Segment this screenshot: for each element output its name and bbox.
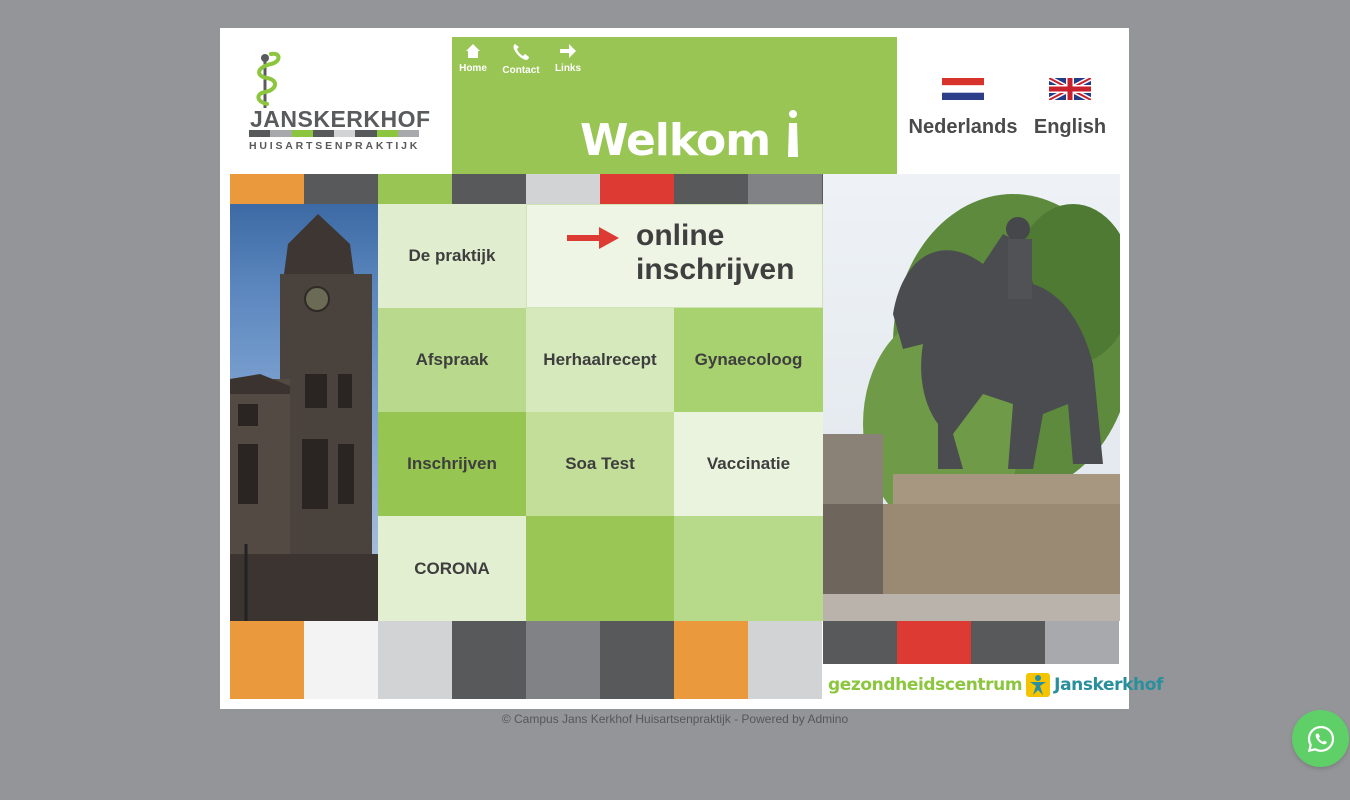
red-arrow-icon — [567, 227, 619, 249]
color-strip-top — [230, 174, 896, 204]
menu-vaccinatie-label: Vaccinatie — [706, 454, 791, 473]
janskerkhof-text: Janskerkhof — [1054, 675, 1164, 695]
menu-empty-2 — [674, 516, 823, 621]
phone-icon — [513, 44, 529, 60]
welcome-text: Welkom — [580, 115, 771, 166]
uk-flag-icon — [1049, 78, 1091, 100]
gezondheidscentrum-text: gezondheidscentrum — [828, 675, 1023, 695]
menu-herhaalrecept-label: Herhaalrecept — [543, 350, 657, 369]
nav-links-label: Links — [554, 63, 582, 74]
whatsapp-icon — [1307, 725, 1334, 752]
online-line: online — [636, 219, 725, 252]
menu-soa-test[interactable]: Soa Test — [526, 412, 674, 516]
person-icon — [1026, 673, 1051, 697]
menu-vaccinatie[interactable]: Vaccinatie — [674, 412, 823, 516]
nav-home-label: Home — [459, 63, 487, 74]
menu-inschrijven-label: Inschrijven — [407, 454, 497, 473]
logo-text: JANSKERKHOF — [250, 106, 431, 132]
footer-copyright: © Campus Jans Kerkhof Huisartsenpraktijk… — [501, 712, 849, 726]
language-english[interactable]: English — [1010, 78, 1130, 139]
header-banner: Home Contact Links Welkom — [452, 37, 897, 174]
inschrijven-line: inschrijven — [636, 253, 795, 286]
nav-contact[interactable]: Contact — [496, 43, 546, 76]
home-icon — [466, 44, 480, 58]
menu-gynaecoloog[interactable]: Gynaecoloog — [674, 308, 823, 412]
menu-herhaalrecept[interactable]: Herhaalrecept — [526, 308, 674, 412]
caduceus-icon — [256, 51, 281, 108]
whatsapp-button[interactable] — [1292, 710, 1349, 767]
statue-photo — [823, 174, 1120, 621]
menu-gynaecoloog-label: Gynaecoloog — [694, 350, 803, 369]
menu-inschrijven[interactable]: Inschrijven — [378, 412, 526, 516]
menu-afspraak[interactable]: Afspraak — [378, 308, 526, 412]
tower-photo — [230, 204, 378, 621]
menu-soa-test-label: Soa Test — [565, 454, 635, 473]
logo-subtitle: HUISARTSENPRAKTIJK — [249, 140, 421, 152]
dutch-flag-icon — [942, 78, 984, 100]
welcome-title: Welkom — [580, 109, 800, 166]
menu-grid: De praktijk online inschrijven Afspraak … — [378, 204, 823, 621]
nav-links[interactable]: Links — [543, 43, 593, 74]
online-inschrijven-link[interactable]: online inschrijven — [526, 204, 823, 308]
gezondheidscentrum-logo[interactable]: gezondheidscentrum Janskerkhof — [828, 672, 1163, 698]
language-english-label: English — [1033, 116, 1107, 138]
menu-de-praktijk[interactable]: De praktijk — [378, 204, 526, 308]
arrow-right-icon — [560, 44, 576, 58]
menu-corona[interactable]: CORONA — [378, 516, 526, 621]
online-inschrijven-text: online inschrijven — [636, 219, 794, 287]
logo-color-bar — [249, 130, 419, 137]
info-figure-icon — [788, 110, 799, 157]
page-frame: JANSKERKHOF HUISARTSENPRAKTIJK Home Cont… — [220, 28, 1163, 709]
menu-corona-label: CORONA — [414, 558, 490, 578]
site-logo[interactable]: JANSKERKHOF HUISARTSENPRAKTIJK — [247, 48, 430, 153]
nav-contact-label: Contact — [502, 65, 540, 76]
menu-afspraak-label: Afspraak — [415, 350, 489, 369]
language-dutch[interactable]: Nederlands — [903, 78, 1023, 139]
color-strip-right — [823, 621, 1119, 664]
color-strip-bottom — [230, 621, 822, 699]
menu-de-praktijk-label: De praktijk — [408, 246, 496, 265]
nav-home[interactable]: Home — [448, 43, 498, 74]
menu-empty-1 — [526, 516, 674, 621]
language-dutch-label: Nederlands — [908, 116, 1018, 138]
